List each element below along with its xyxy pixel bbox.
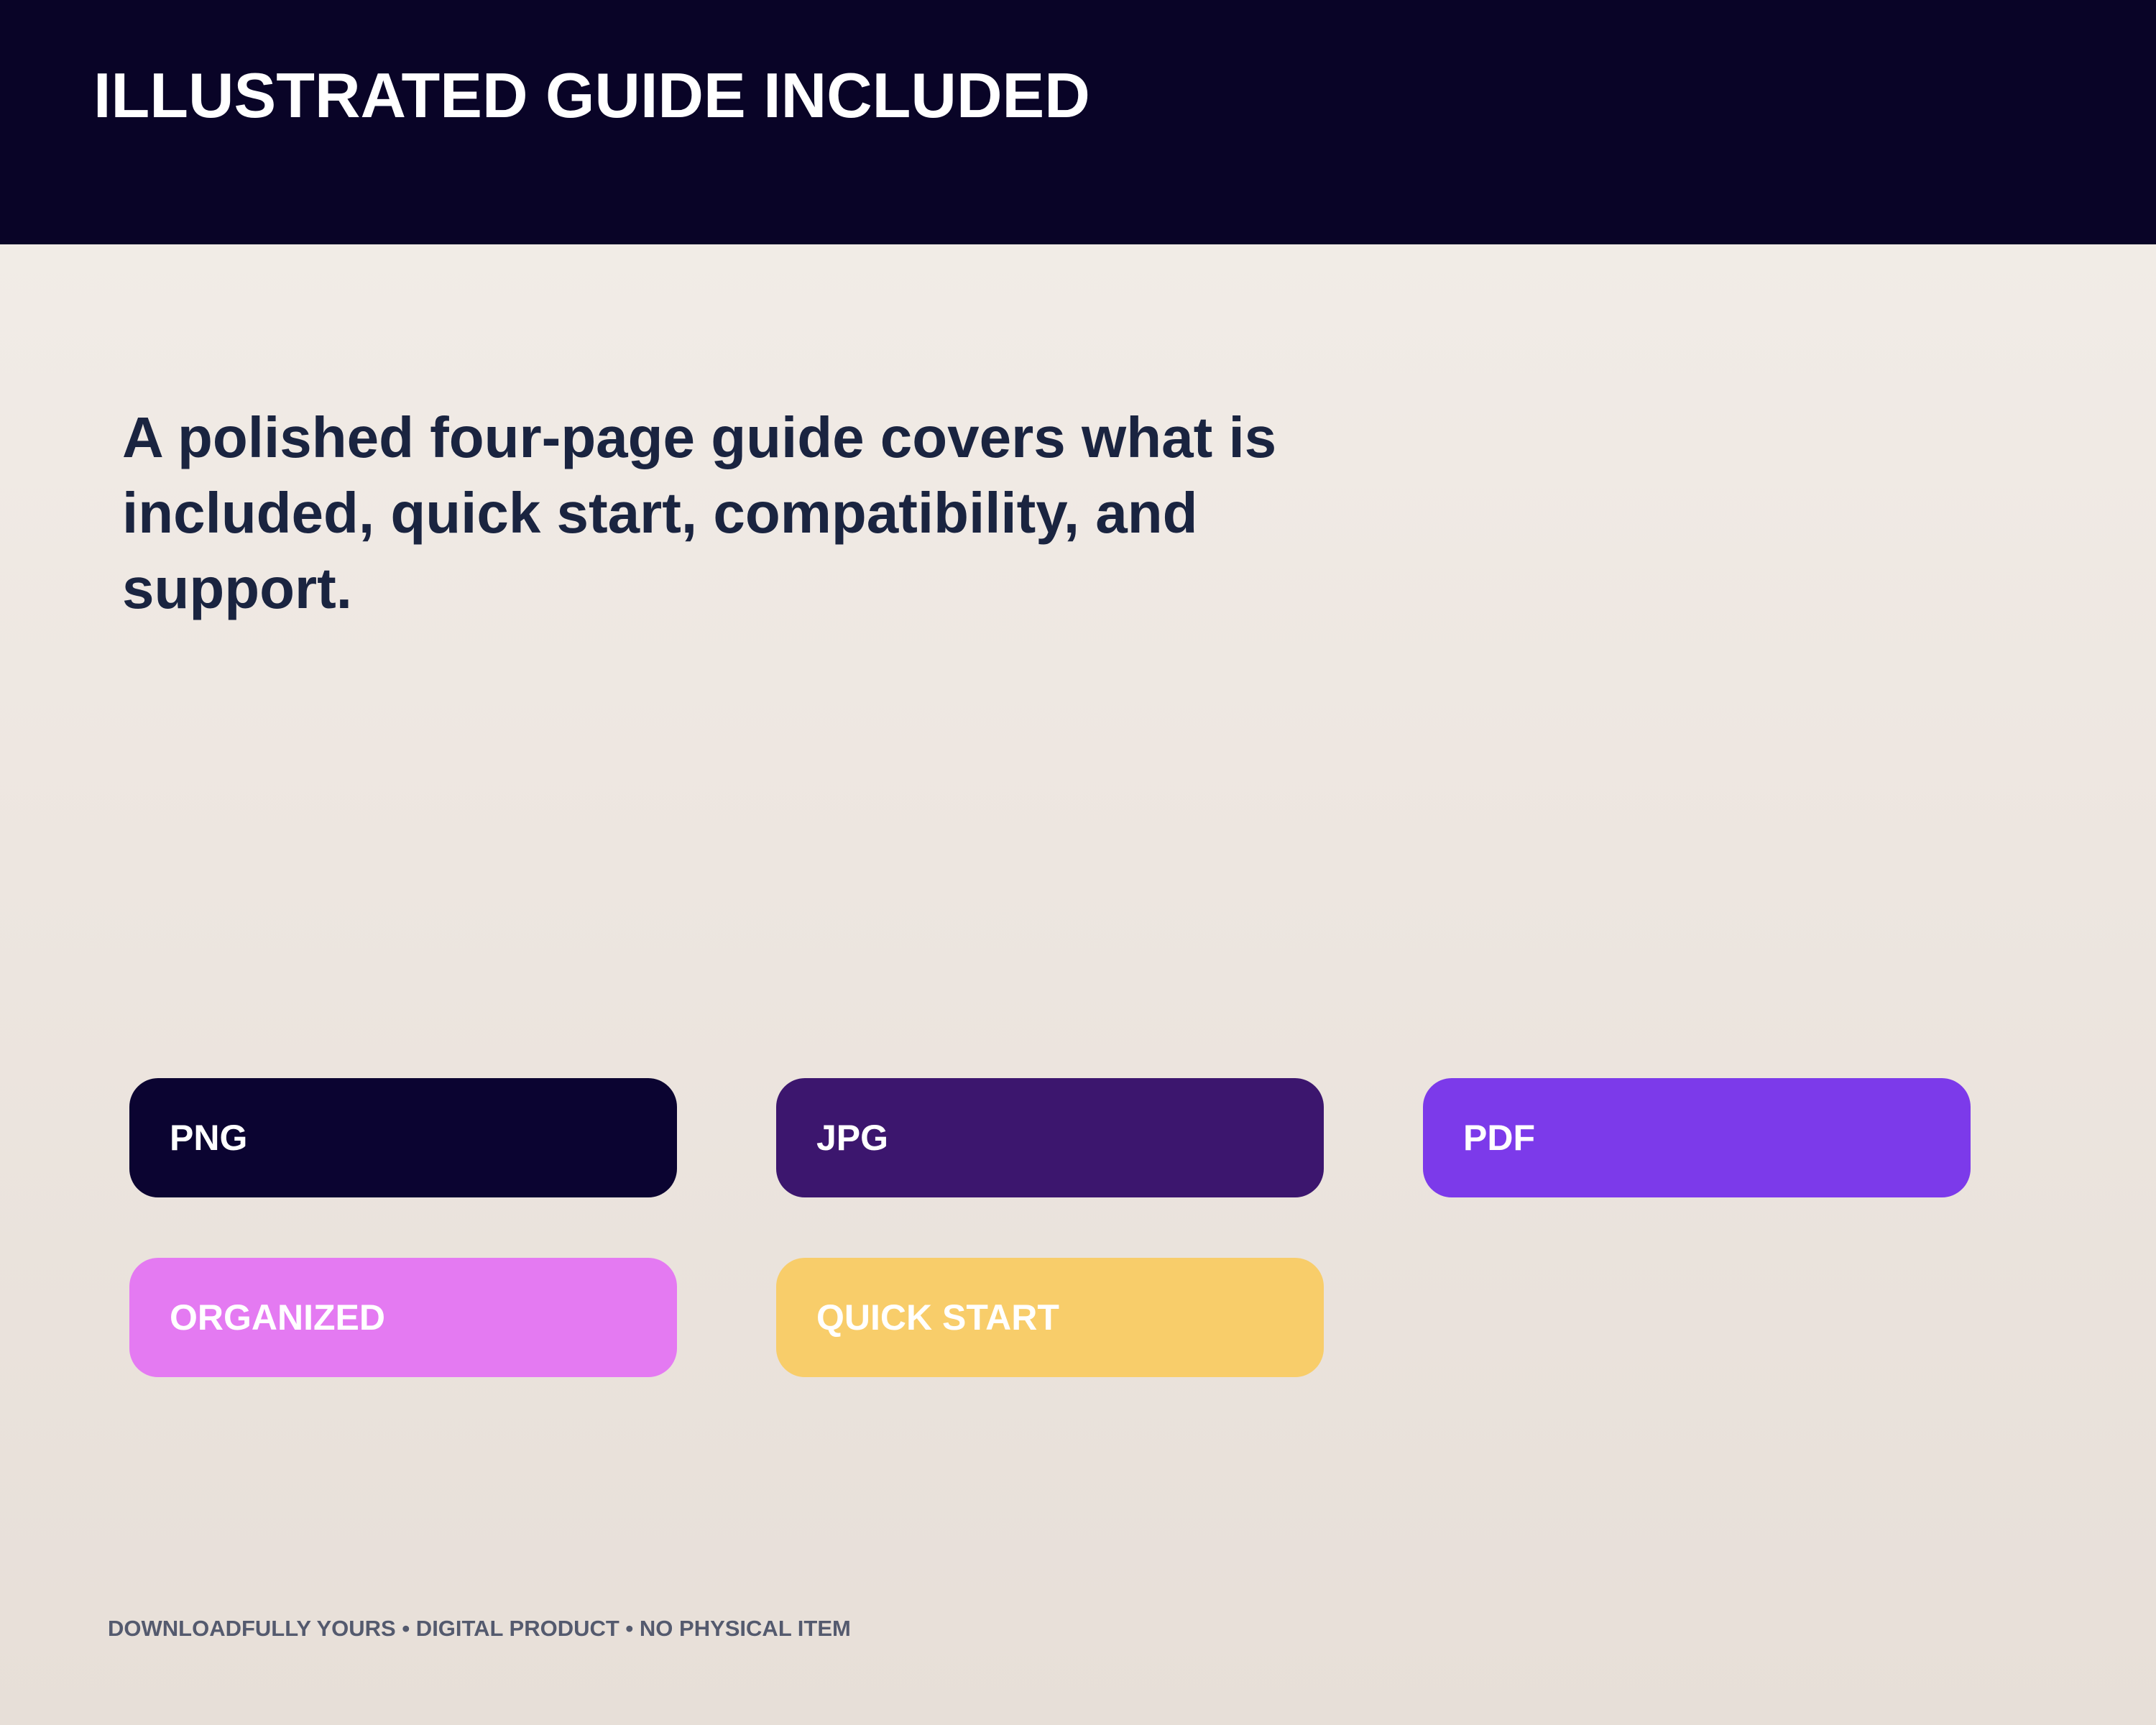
tag-png: PNG	[129, 1078, 677, 1197]
tag-label: QUICK START	[816, 1297, 1059, 1338]
tag-label: JPG	[816, 1118, 889, 1158]
tag-pdf: PDF	[1423, 1078, 1971, 1197]
tag-label: PDF	[1463, 1118, 1535, 1158]
tag-jpg: JPG	[776, 1078, 1324, 1197]
header-banner: ILLUSTRATED GUIDE INCLUDED	[0, 0, 2156, 244]
tag-label: PNG	[170, 1118, 248, 1158]
tag-label: ORGANIZED	[170, 1297, 385, 1338]
footer-disclaimer: DOWNLOADFULLY YOURS • DIGITAL PRODUCT • …	[108, 1616, 851, 1641]
tag-quick-start: QUICK START	[776, 1258, 1324, 1377]
tag-organized: ORGANIZED	[129, 1258, 677, 1377]
page-title: ILLUSTRATED GUIDE INCLUDED	[93, 60, 1090, 131]
product-description: A polished four-page guide covers what i…	[122, 405, 1277, 620]
